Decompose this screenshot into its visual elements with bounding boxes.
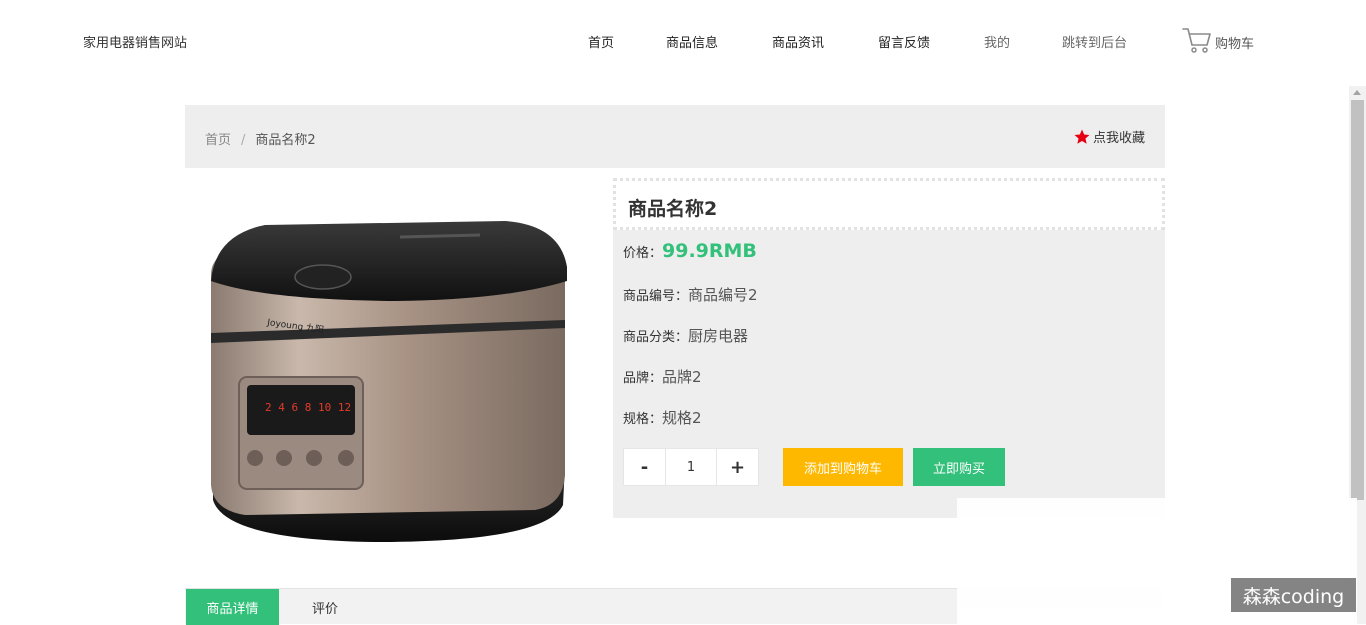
price-row: 价格：99.9RMB (623, 240, 757, 262)
brand-row: 品牌：品牌2 (623, 366, 702, 387)
nav-home[interactable]: 首页 (588, 32, 614, 51)
quantity-increase-button[interactable]: + (716, 448, 759, 486)
quantity-decrease-button[interactable]: - (623, 448, 666, 486)
price-label: 价格： (623, 246, 663, 261)
breadcrumb-home[interactable]: 首页 (205, 133, 231, 148)
category-label: 商品分类： (623, 330, 689, 345)
code-value: 商品编号2 (688, 286, 758, 304)
star-icon (1074, 129, 1090, 144)
tab-reviews[interactable]: 评价 (295, 589, 355, 625)
add-to-cart-button[interactable]: 添加到购物车 (783, 448, 903, 486)
product-image: Joyoung 九阳 2 4 6 8 10 12 (211, 221, 567, 542)
code-row: 商品编号：商品编号2 (623, 284, 758, 305)
spec-label: 规格： (623, 412, 663, 427)
breadcrumb-current: 商品名称2 (255, 133, 316, 148)
breadcrumb-bar: 首页 / 商品名称2 点我收藏 (185, 105, 1165, 168)
favorite-button[interactable]: 点我收藏 (1073, 127, 1145, 146)
top-header: 家用电器销售网站 首页 商品信息 商品资讯 留言反馈 我的 跳转到后台 购物车 (0, 0, 1366, 84)
spec-value: 规格2 (662, 409, 702, 427)
buy-now-button[interactable]: 立即购买 (913, 448, 1005, 486)
cart-label: 购物车 (1215, 37, 1255, 52)
code-label: 商品编号： (623, 289, 689, 304)
watermark: 森森coding (1231, 578, 1356, 612)
spec-row: 规格：规格2 (623, 407, 702, 428)
quantity-input[interactable] (666, 448, 716, 486)
category-value: 厨房电器 (688, 327, 749, 345)
price-value: 99.9RMB (662, 240, 757, 262)
nav-news[interactable]: 商品资讯 (772, 32, 824, 51)
scroll-up-icon[interactable] (1353, 90, 1361, 95)
nav-mine[interactable]: 我的 (984, 32, 1010, 51)
product-name-box: 商品名称2 (613, 178, 1165, 230)
brand-value: 品牌2 (662, 368, 702, 386)
nav-admin[interactable]: 跳转到后台 (1062, 32, 1127, 51)
cart-link[interactable]: 购物车 (1182, 26, 1254, 54)
product-name: 商品名称2 (628, 198, 718, 220)
product-info-panel: 商品名称2 价格：99.9RMB 商品编号：商品编号2 商品分类：厨房电器 品牌… (613, 178, 1165, 518)
breadcrumb: 首页 / 商品名称2 (205, 129, 316, 148)
breadcrumb-separator: / (241, 133, 246, 148)
tab-product-details[interactable]: 商品详情 (186, 589, 279, 625)
favorite-label: 点我收藏 (1092, 131, 1145, 146)
quantity-stepper: - + (623, 448, 759, 486)
category-row: 商品分类：厨房电器 (623, 325, 748, 346)
svg-text:2 4 6 8 10 12: 2 4 6 8 10 12 (265, 401, 351, 414)
brand-label: 品牌： (623, 371, 663, 386)
site-title[interactable]: 家用电器销售网站 (83, 32, 187, 51)
scroll-thumb[interactable] (1351, 100, 1364, 500)
nav-feedback[interactable]: 留言反馈 (878, 32, 930, 51)
nav-products[interactable]: 商品信息 (666, 32, 718, 51)
shopping-cart-icon (1182, 28, 1211, 53)
